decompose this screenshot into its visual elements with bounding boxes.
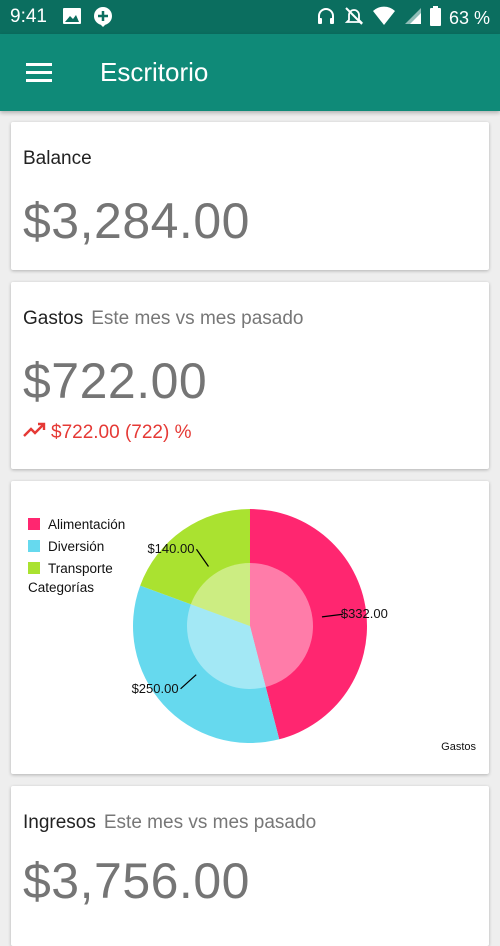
add-circle-notification-icon: [92, 6, 114, 33]
page-title: Escritorio: [100, 57, 209, 87]
categories-chart-card[interactable]: Alimentación Diversión Transporte Categorí…: [11, 481, 489, 774]
categories-pie-chart[interactable]: [11, 481, 489, 774]
wifi-icon: [372, 6, 396, 31]
income-card[interactable]: Ingresos Este mes vs mes pasado $3,756.00: [11, 786, 489, 946]
chart-description: Gastos: [441, 741, 476, 753]
expenses-header: Gastos Este mes vs mes pasado: [23, 308, 303, 330]
expenses-amount: $722.00: [23, 353, 208, 409]
image-notification-icon: [62, 6, 82, 33]
balance-card[interactable]: Balance $3,284.00: [11, 122, 489, 270]
balance-title: Balance: [23, 148, 92, 169]
income-title: Ingresos: [23, 812, 96, 833]
status-time: 9:41: [10, 6, 47, 27]
income-header: Ingresos Este mes vs mes pasado: [23, 812, 316, 834]
expenses-trend: $722.00 (722) %: [23, 422, 192, 444]
battery-icon: [429, 6, 441, 31]
app-bar: Escritorio: [0, 34, 500, 111]
status-bar: 9:41 63 %: [0, 0, 500, 34]
expenses-subtitle: Este mes vs mes pasado: [91, 308, 304, 329]
balance-amount: $3,284.00: [23, 193, 250, 249]
income-amount: $3,756.00: [23, 853, 250, 909]
trending-up-icon: [23, 422, 47, 444]
menu-icon[interactable]: [24, 60, 54, 86]
battery-percentage: 63 %: [448, 8, 490, 28]
income-subtitle: Este mes vs mes pasado: [103, 812, 317, 833]
pie-slice-label-2: $140.00: [147, 541, 195, 557]
pie-slice-label-1: $250.00: [131, 680, 179, 696]
expenses-trend-text: $722.00 (722) %: [51, 422, 192, 443]
headphones-icon: [316, 6, 336, 31]
expenses-card[interactable]: Gastos Este mes vs mes pasado $722.00 $72…: [11, 282, 489, 469]
notifications-off-icon: [344, 6, 364, 31]
pie-slice-label-0: $332.00: [340, 606, 388, 622]
expenses-title: Gastos: [23, 308, 84, 329]
signal-icon: [404, 7, 422, 30]
